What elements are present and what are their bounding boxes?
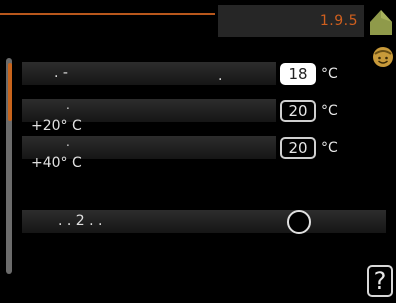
row-1-unit: °C <box>321 66 338 82</box>
row-1-value-field[interactable]: 18 <box>280 63 316 85</box>
header-divider <box>0 13 215 15</box>
row-3-value-field[interactable]: 20 <box>280 137 316 159</box>
row-3-unit: °C <box>321 140 338 156</box>
row-2-label: +20° C <box>31 118 82 134</box>
row-3-label: +40° C <box>31 155 82 171</box>
menu-number: 1.9.5 <box>319 13 358 29</box>
row-2-unit: °C <box>321 103 338 119</box>
help-button[interactable]: ? <box>367 265 393 297</box>
row-1-label: . - <box>54 65 68 81</box>
row-4-toggle[interactable] <box>287 210 311 234</box>
row-4-label: . . 2 . . <box>58 213 103 229</box>
home-icon[interactable] <box>368 8 394 36</box>
scrollbar-thumb[interactable] <box>8 63 12 121</box>
header-bar: 1.9.5 <box>218 5 364 37</box>
smile-icon <box>373 47 393 67</box>
row-2-dot: . <box>66 98 70 112</box>
row-2-value-field[interactable]: 20 <box>280 100 316 122</box>
row-1-label-dot: . <box>218 68 223 84</box>
row-3-dot: . <box>66 135 70 149</box>
